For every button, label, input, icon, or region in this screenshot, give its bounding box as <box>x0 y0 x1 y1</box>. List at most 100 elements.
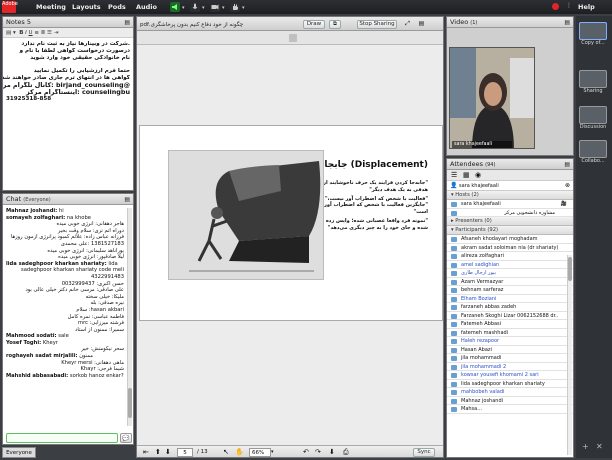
participant-name: Hasan Abazi <box>461 346 492 353</box>
page-total: / 13 <box>197 449 208 455</box>
participant-row[interactable]: amel sadighian <box>447 261 573 269</box>
slide-illustration <box>168 150 324 280</box>
stop-sharing-button[interactable]: Stop Sharing <box>357 20 397 29</box>
pod-options-icon[interactable]: ▤ <box>124 194 133 205</box>
pod-options-icon[interactable]: ▤ <box>564 159 573 170</box>
attendees-scrollbar-thumb[interactable] <box>568 257 572 281</box>
participant-row[interactable]: Mahsa... <box>447 405 573 414</box>
zoom-dropdown-icon[interactable]: ▾ <box>271 449 274 455</box>
list-icon[interactable]: ☰ <box>47 30 52 36</box>
microphone-dropdown-icon[interactable]: ▾ <box>202 5 205 11</box>
presenters-group[interactable]: ▸ Presenters (0) <box>447 217 573 226</box>
participant-row[interactable]: بیور ارجال طاری <box>447 269 573 278</box>
underline-icon[interactable]: U <box>29 30 33 36</box>
participant-row[interactable]: fatemeh mashhadi <box>447 329 573 337</box>
next-page-icon[interactable]: ⬇ <box>165 448 171 456</box>
participant-row[interactable]: akram sadat soloiman nia (dr shariaty) <box>447 244 573 252</box>
speaker-dropdown-icon[interactable]: ▾ <box>182 5 185 11</box>
host-row[interactable]: sara khajeefaali 🎥 <box>447 200 573 209</box>
participants-group[interactable]: ▾ Participants (92) <box>447 226 573 235</box>
pod-options-icon[interactable]: ▤ <box>124 17 133 28</box>
participant-name: farzaneh abbas zadeh <box>461 304 517 310</box>
draw-button[interactable]: Draw <box>303 20 325 29</box>
participant-row[interactable]: Afsaneh khodayari moghadam <box>447 235 573 244</box>
zoom-select[interactable]: 66% <box>249 448 271 457</box>
participant-row[interactable]: jila mohammadi <box>447 354 573 363</box>
participant-row[interactable]: Elham Boziani <box>447 295 573 303</box>
menu-meeting[interactable]: Meeting <box>36 3 66 11</box>
participant-row[interactable]: alireza zolfaghari <box>447 252 573 261</box>
attendees-scrollbar[interactable] <box>567 255 572 455</box>
participant-row[interactable]: behnam sarferaz <box>447 286 573 295</box>
participant-row[interactable]: Farzaneh Skoghi Lizar 0062152688 dr.. <box>447 312 573 320</box>
microphone-icon[interactable] <box>190 2 200 12</box>
align-center-icon[interactable]: ≣ <box>41 30 46 36</box>
participant-name: Mahsa... <box>461 406 482 412</box>
first-page-icon[interactable]: ⇤ <box>143 448 149 456</box>
pointer-icon[interactable]: ↖ <box>223 448 229 456</box>
webcam-dropdown-icon[interactable]: ▾ <box>222 5 225 11</box>
toolbar-toggle-icon[interactable] <box>289 34 297 42</box>
camera-status-icon: 🎥 <box>560 201 567 207</box>
layout-copy-of[interactable]: Copy of... <box>579 22 610 46</box>
participant-row[interactable]: Mahnaz joshandi <box>447 397 573 405</box>
add-layout-icon[interactable]: + <box>582 442 589 451</box>
record-indicator-icon[interactable] <box>552 3 559 10</box>
pod-options-icon[interactable]: ▤ <box>564 17 573 28</box>
screen-share-icon[interactable]: ⧉ <box>329 20 341 29</box>
hosts-group[interactable]: ▾ Hosts (2) <box>447 191 573 200</box>
chat-send-button[interactable]: 💬 <box>120 433 132 443</box>
menu-audio[interactable]: Audio <box>136 3 157 11</box>
italic-icon[interactable]: I <box>25 30 27 36</box>
participant-row[interactable]: Hasan Abazi <box>447 346 573 354</box>
layout-sharing[interactable]: Sharing <box>579 70 610 94</box>
participant-row[interactable]: lida sadeghpoor kharkan shariaty <box>447 380 573 388</box>
text-size-select[interactable]: ▤ ▾ <box>6 30 16 36</box>
host-row[interactable]: مشاوره دانشجویی مرکز <box>447 209 573 217</box>
participant-row[interactable]: mahbobeh valadi <box>447 388 573 397</box>
status-view-icon[interactable]: ◉ <box>475 171 481 179</box>
participant-row[interactable]: Fatemeh Abbasi <box>447 320 573 329</box>
clear-search-icon[interactable]: ⊗ <box>565 181 570 191</box>
download-icon[interactable]: ⬇ <box>329 448 335 456</box>
menu-layouts[interactable]: Layouts <box>72 3 101 11</box>
redo-icon[interactable]: ↷ <box>315 448 321 456</box>
chat-text: شیما فرجی: Khayr <box>80 366 125 373</box>
previous-page-icon[interactable]: ⬆ <box>155 448 161 456</box>
participant-row[interactable]: jila mohammadi 2 <box>447 363 573 371</box>
pod-options-icon[interactable]: ▤ <box>417 20 426 29</box>
align-left-icon[interactable]: ≡ <box>34 30 39 36</box>
grid-view-icon[interactable]: ▦ <box>463 171 470 179</box>
chat-scrollbar-thumb[interactable] <box>128 388 132 418</box>
settings-icon[interactable]: ✕ <box>596 442 603 451</box>
chat-tab-everyone[interactable]: Everyone <box>2 447 36 458</box>
participant-row[interactable]: farzaneh abbas zadeh <box>447 303 573 312</box>
print-icon[interactable]: ⎙ <box>343 448 349 457</box>
page-number-input[interactable]: 5 <box>177 448 193 457</box>
layout-collaboration[interactable]: Collabo... <box>579 140 610 164</box>
chat-scrollbar[interactable] <box>127 208 132 426</box>
participant-row[interactable]: kowsar yousefi khomami 2 sari <box>447 371 573 380</box>
participant-row[interactable]: Haleh rezapoor <box>447 337 573 346</box>
bold-icon[interactable]: B <box>19 30 23 36</box>
sync-button[interactable]: Sync <box>413 448 435 457</box>
help-menu[interactable]: Help <box>578 3 595 11</box>
webcam-icon[interactable] <box>210 2 220 12</box>
hand-tool-icon[interactable]: ✋ <box>235 448 244 456</box>
user-icon <box>451 339 457 344</box>
notes-content[interactable]: .شرکت در وبینارها نیاز به ثبت نام ندارد … <box>3 38 133 96</box>
undo-icon[interactable]: ↶ <box>303 448 309 456</box>
fullscreen-icon[interactable]: ⤢ <box>403 20 412 29</box>
indent-icon[interactable]: ⇥ <box>54 30 59 36</box>
menu-bar: Adobe Meeting Layouts Pods Audio ▾ ▾ ▾ ▾… <box>0 0 612 14</box>
chat-input[interactable] <box>6 433 118 443</box>
video-feed[interactable]: sara khajeefaali <box>449 47 535 149</box>
raise-hand-icon[interactable] <box>230 2 240 12</box>
participant-row[interactable]: Azam Vermazyar <box>447 278 573 286</box>
speaker-icon[interactable] <box>170 2 180 12</box>
menu-pods[interactable]: Pods <box>108 3 126 11</box>
list-view-icon[interactable]: ☰ <box>451 171 457 179</box>
layout-discussion[interactable]: Discussion <box>579 106 610 130</box>
status-dropdown-icon[interactable]: ▾ <box>242 5 245 11</box>
attendee-search[interactable]: 👤 sara khajeefaali ⊗ <box>447 181 573 191</box>
